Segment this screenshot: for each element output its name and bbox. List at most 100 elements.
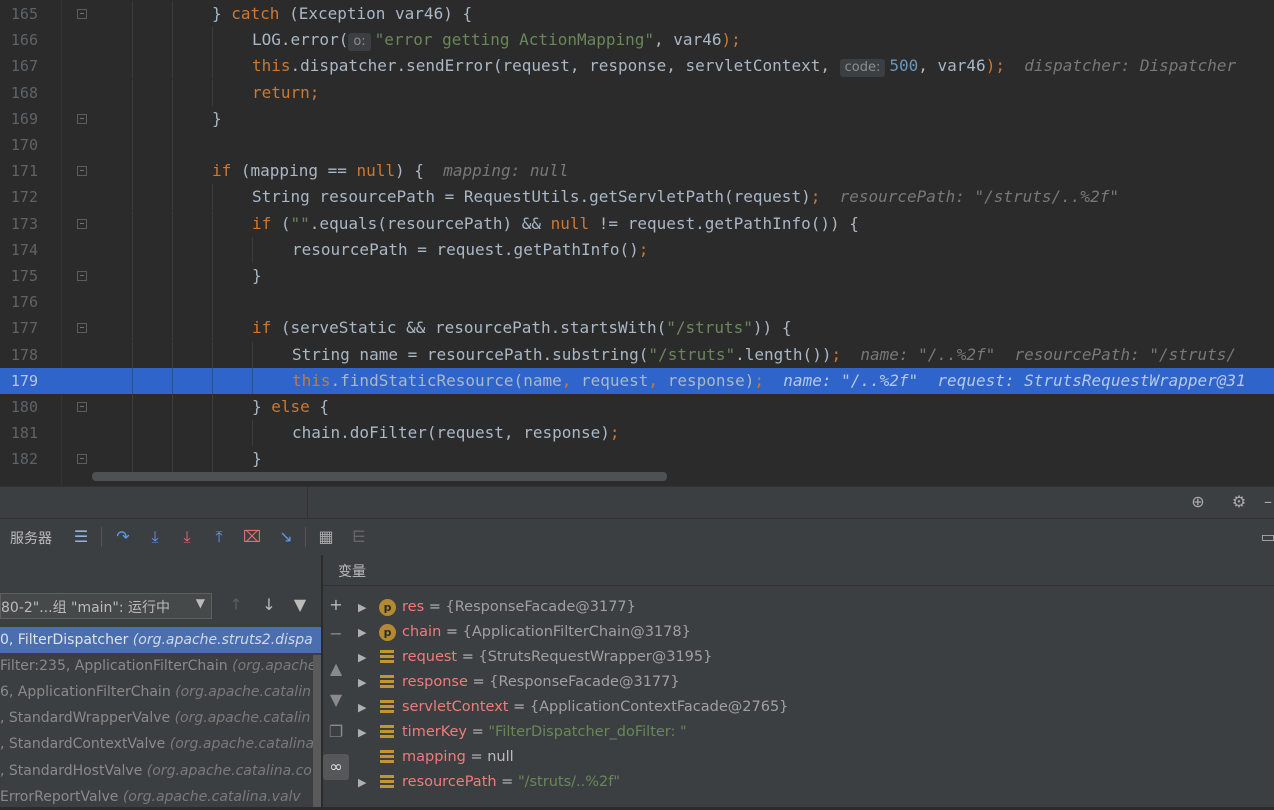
header-divider	[307, 487, 308, 519]
line-number[interactable]: 179	[0, 368, 38, 394]
code-token: this	[252, 56, 291, 76]
layout-icon[interactable]: ▭	[1258, 527, 1274, 547]
expand-arrow-icon[interactable]: ▶	[358, 770, 366, 795]
code-line[interactable]: 182}	[0, 446, 1274, 473]
thread-select[interactable]: 80-2"...组 "main": 运行中 ▼	[0, 593, 212, 619]
code-line[interactable]: 172 String resourcePath = RequestUtils.ge…	[0, 184, 1274, 211]
code-line[interactable]: 168 return;	[0, 79, 1274, 106]
indent-guide	[172, 184, 173, 211]
stack-frame[interactable]: , StandardHostValve (org.apache.catalina…	[0, 758, 321, 784]
fold-marker-icon[interactable]	[77, 166, 87, 177]
crosshair-icon[interactable]: ⊕	[1188, 492, 1208, 512]
line-number[interactable]: 176	[0, 289, 38, 315]
line-number[interactable]: 178	[0, 342, 38, 368]
fold-marker-icon[interactable]	[77, 113, 87, 124]
fold-marker-icon[interactable]	[77, 454, 87, 465]
expand-arrow-icon[interactable]: ▶	[358, 670, 366, 695]
stack-frame[interactable]: Filter:235, ApplicationFilterChain (org.…	[0, 653, 321, 679]
code-line[interactable]: 167 this.dispatcher.sendError(request, re…	[0, 53, 1274, 80]
stack-frame[interactable]: ErrorReportValve (org.apache.catalina.va…	[0, 784, 321, 810]
line-number[interactable]: 180	[0, 394, 38, 420]
line-number[interactable]: 170	[0, 132, 38, 158]
down-arrow-icon[interactable]: ↓	[259, 595, 279, 615]
line-number[interactable]: 172	[0, 184, 38, 210]
code-line[interactable]: 173 if ("".equals(resourcePath) && null !…	[0, 210, 1274, 237]
chevron-down-icon: ▼	[195, 596, 205, 610]
expand-arrow-icon[interactable]: ▶	[358, 720, 366, 745]
add-watch-icon[interactable]: +	[326, 595, 346, 615]
code-token: != request.getPathInfo()) {	[589, 213, 859, 233]
line-number[interactable]: 175	[0, 263, 38, 289]
line-number[interactable]: 182	[0, 446, 38, 472]
drop-frame-icon[interactable]: ⌧	[242, 527, 262, 547]
line-number[interactable]: 169	[0, 106, 38, 132]
stack-frame[interactable]: 0, FilterDispatcher (org.apache.struts2.…	[0, 627, 321, 653]
stack-frame[interactable]: 6, ApplicationFilterChain (org.apache.ca…	[0, 679, 321, 705]
fold-marker-icon[interactable]	[77, 218, 87, 229]
code-line[interactable]: 181 chain.doFilter(request, response);	[0, 420, 1274, 447]
evaluate-expression-icon[interactable]: ▦	[316, 527, 336, 547]
stack-frame[interactable]: , StandardContextValve (org.apache.catal…	[0, 731, 321, 757]
force-step-into-icon[interactable]: ⤓	[177, 527, 197, 547]
step-out-icon[interactable]: ⤒	[209, 527, 229, 547]
trace-icon: ⋿	[352, 527, 366, 546]
filter-icon[interactable]: ▼	[290, 595, 310, 615]
thread-select-value: 80-2"...组 "main": 运行中	[1, 600, 171, 616]
expand-arrow-icon[interactable]: ▶	[358, 695, 366, 720]
code-token: ,	[648, 370, 659, 390]
fold-marker-icon[interactable]	[77, 9, 87, 19]
code-line[interactable]: 180} else {	[0, 394, 1274, 420]
line-number[interactable]: 165	[0, 1, 38, 27]
glasses-icon[interactable]: ∞	[323, 754, 349, 780]
execution-line[interactable]: 179 this.findStaticResource(name, request…	[0, 367, 1274, 394]
line-number[interactable]: 181	[0, 420, 38, 446]
fold-marker-icon[interactable]	[77, 271, 87, 281]
stack-frame[interactable]: , StandardWrapperValve (org.apache.catal…	[0, 705, 321, 731]
indent-guide	[132, 105, 133, 132]
code-line[interactable]: 174 resourcePath = request.getPathInfo();	[0, 236, 1274, 263]
line-number[interactable]: 177	[0, 315, 38, 341]
fold-marker-icon[interactable]	[77, 323, 87, 334]
code-token: String name = resourcePath.substring(	[292, 344, 649, 364]
expand-arrow-icon[interactable]: ▶	[358, 645, 366, 670]
code-line[interactable]: 178 String name = resourcePath.substring(…	[0, 341, 1274, 368]
code-line[interactable]: 176	[0, 289, 1274, 316]
code-line[interactable]: 170	[0, 132, 1274, 158]
gear-icon[interactable]: ⚙	[1229, 492, 1249, 512]
code-line[interactable]: 177 if (serveStatic && resourcePath.start…	[0, 315, 1274, 342]
line-number[interactable]: 173	[0, 211, 38, 237]
run-to-cursor-icon[interactable]: ↘	[276, 527, 296, 547]
code-token: catch	[231, 4, 280, 23]
line-number[interactable]: 167	[0, 53, 38, 79]
expand-arrow-icon[interactable]: ▶	[358, 620, 366, 645]
line-number[interactable]: 168	[0, 80, 38, 106]
code-line[interactable]: 175}	[0, 263, 1274, 289]
code-token: (mapping ==	[231, 161, 357, 181]
step-into-icon[interactable]: ⤓	[145, 527, 165, 547]
frames-scrollbar[interactable]	[313, 655, 321, 807]
inline-debug-value: mapping: null	[443, 161, 569, 181]
line-number[interactable]: 171	[0, 158, 38, 184]
step-over-icon[interactable]: ↷	[113, 527, 133, 547]
code-token: }	[212, 4, 232, 23]
indent-guide	[132, 341, 133, 368]
code-token: }	[252, 397, 272, 416]
code-token: , var46	[918, 56, 986, 76]
indent-guide	[172, 236, 173, 263]
expand-arrow-icon[interactable]: ▶	[358, 595, 366, 620]
line-number[interactable]: 174	[0, 237, 38, 263]
code-line[interactable]: 165} catch (Exception var46) {	[0, 1, 1274, 27]
line-number[interactable]: 166	[0, 27, 38, 53]
fold-marker-icon[interactable]	[77, 402, 87, 412]
server-tab[interactable]: 服务器	[10, 528, 52, 548]
horizontal-scrollbar[interactable]	[92, 472, 667, 481]
minimize-icon[interactable]: –	[1258, 492, 1274, 512]
code-text: resourcePath = request.getPathInfo();	[292, 237, 648, 263]
code-line[interactable]: 169}	[0, 105, 1274, 132]
code-editor[interactable]: 165} catch (Exception var46) {166 LOG.err…	[0, 0, 1274, 486]
code-line[interactable]: 166 LOG.error(o: "error getting ActionMapp…	[0, 27, 1274, 54]
code-line[interactable]: 171 if (mapping == null) { mapping: null	[0, 158, 1274, 185]
code-token: if	[252, 318, 272, 338]
threads-menu-icon[interactable]: ☰	[71, 527, 91, 547]
variable-name: servletContext	[402, 699, 509, 715]
